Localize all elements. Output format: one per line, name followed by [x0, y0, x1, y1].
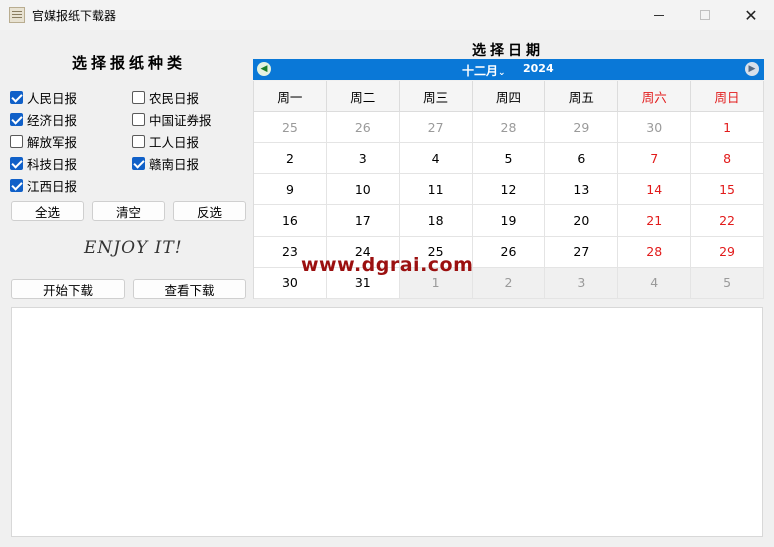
checkbox-paper-0[interactable]: 人民日报 [10, 89, 78, 106]
weekday-header: 周五 [545, 81, 619, 112]
calendar-day[interactable]: 30 [618, 112, 692, 144]
invert-selection-button[interactable]: 反选 [173, 201, 246, 221]
calendar-day[interactable]: 20 [545, 205, 619, 237]
checkbox-paper-2[interactable]: 经济日报 [10, 111, 78, 128]
checkbox-label: 赣南日报 [149, 156, 200, 172]
calendar-day[interactable]: 13 [545, 174, 619, 206]
calendar-day[interactable]: 7 [618, 143, 692, 175]
checkbox-paper-6[interactable]: 科技日报 [10, 155, 78, 172]
calendar-day[interactable]: 22 [691, 205, 764, 237]
checkbox-icon [132, 112, 145, 126]
calendar-navigation-bar: ◀ 十二月⌄ 2024 ▶ [253, 59, 764, 80]
calendar-day[interactable]: 21 [618, 205, 692, 237]
next-month-button[interactable]: ▶ [745, 62, 759, 76]
slogan-text: ENJOY IT! [84, 238, 183, 258]
maximize-icon [700, 10, 710, 20]
view-download-button[interactable]: 查看下载 [133, 279, 246, 299]
checkbox-label: 工人日报 [149, 134, 200, 150]
checkbox-icon [10, 178, 23, 192]
checkbox-label: 人民日报 [27, 90, 78, 106]
minimize-button[interactable] [636, 0, 682, 30]
calendar-day[interactable]: 12 [472, 174, 546, 206]
arrow-left-icon: ◀ [260, 64, 268, 74]
checkbox-icon [10, 156, 23, 170]
checkbox-icon [132, 90, 145, 104]
checkbox-label: 经济日报 [27, 112, 78, 128]
calendar-day[interactable]: 2 [254, 143, 327, 175]
calendar-day[interactable]: 1 [691, 112, 764, 144]
checkbox-label: 江西日报 [27, 178, 78, 194]
calendar-day[interactable]: 29 [545, 112, 619, 144]
checkbox-icon [132, 134, 145, 148]
close-button[interactable]: ✕ [728, 0, 774, 30]
month-selector[interactable]: 十二月⌄ [462, 62, 506, 79]
calendar-day[interactable]: 15 [691, 174, 764, 206]
checkbox-icon [10, 134, 23, 148]
calendar-day[interactable]: 3 [326, 143, 400, 175]
calendar-day[interactable]: 5 [691, 267, 764, 299]
weekday-header: 周一 [254, 81, 327, 112]
checkbox-icon [132, 156, 145, 170]
calendar-day[interactable]: 29 [691, 236, 764, 268]
calendar-day[interactable]: 27 [545, 236, 619, 268]
weekday-header: 周日 [691, 81, 764, 112]
month-label: 十二月 [462, 64, 499, 78]
checkbox-paper-3[interactable]: 中国证券报 [132, 111, 212, 128]
maximize-button[interactable] [682, 0, 728, 30]
title-bar: 官媒报纸下载器 ✕ [0, 0, 774, 30]
calendar-day[interactable]: 4 [399, 143, 473, 175]
arrow-right-icon: ▶ [748, 64, 756, 74]
calendar-day[interactable]: 5 [472, 143, 546, 175]
calendar-day[interactable]: 18 [399, 205, 473, 237]
calendar-day[interactable]: 27 [399, 112, 473, 144]
calendar-day[interactable]: 8 [691, 143, 764, 175]
checkbox-label: 科技日报 [27, 156, 78, 172]
checkbox-label: 农民日报 [149, 90, 200, 106]
newspaper-icon [9, 7, 25, 23]
calendar-day[interactable]: 6 [545, 143, 619, 175]
window-title: 官媒报纸下载器 [32, 9, 117, 23]
calendar-day[interactable]: 16 [254, 205, 327, 237]
checkbox-label: 中国证券报 [149, 112, 212, 128]
calendar-day[interactable]: 11 [399, 174, 473, 206]
checkbox-paper-1[interactable]: 农民日报 [132, 89, 200, 106]
previous-month-button[interactable]: ◀ [257, 62, 271, 76]
calendar-day[interactable]: 28 [618, 236, 692, 268]
start-download-button[interactable]: 开始下载 [11, 279, 125, 299]
weekday-header: 周二 [326, 81, 400, 112]
calendar-day[interactable]: 10 [326, 174, 400, 206]
select-all-button[interactable]: 全选 [11, 201, 84, 221]
calendar-day[interactable]: 26 [326, 112, 400, 144]
weekday-header: 周四 [472, 81, 546, 112]
calendar-day[interactable]: 28 [472, 112, 546, 144]
checkbox-paper-7[interactable]: 赣南日报 [132, 155, 200, 172]
weekday-header: 周六 [618, 81, 692, 112]
calendar-day[interactable]: 2 [472, 267, 546, 299]
calendar-day[interactable]: 26 [472, 236, 546, 268]
checkbox-icon [10, 112, 23, 126]
calendar-day[interactable]: 4 [618, 267, 692, 299]
calendar-day[interactable]: 9 [254, 174, 327, 206]
calendar-day[interactable]: 14 [618, 174, 692, 206]
close-icon: ✕ [744, 5, 758, 25]
checkbox-paper-5[interactable]: 工人日报 [132, 133, 200, 150]
watermark-text: www.dgrai.com [301, 254, 474, 276]
calendar-day[interactable]: 19 [472, 205, 546, 237]
year-selector[interactable]: 2024 [523, 62, 554, 75]
calendar-day[interactable]: 3 [545, 267, 619, 299]
checkbox-paper-4[interactable]: 解放军报 [10, 133, 78, 150]
checkbox-icon [10, 90, 23, 104]
calendar-day[interactable]: 25 [254, 112, 327, 144]
weekday-header: 周三 [399, 81, 473, 112]
minimize-icon [654, 14, 664, 16]
log-output-area[interactable] [11, 307, 763, 537]
calendar-day[interactable]: 17 [326, 205, 400, 237]
checkbox-paper-8[interactable]: 江西日报 [10, 177, 78, 194]
checkbox-label: 解放军报 [27, 134, 78, 150]
chevron-down-icon: ⌄ [498, 68, 506, 78]
clear-button[interactable]: 清空 [92, 201, 165, 221]
paper-type-title: 选择报纸种类 [72, 54, 187, 72]
date-select-title: 选择日期 [472, 43, 544, 59]
